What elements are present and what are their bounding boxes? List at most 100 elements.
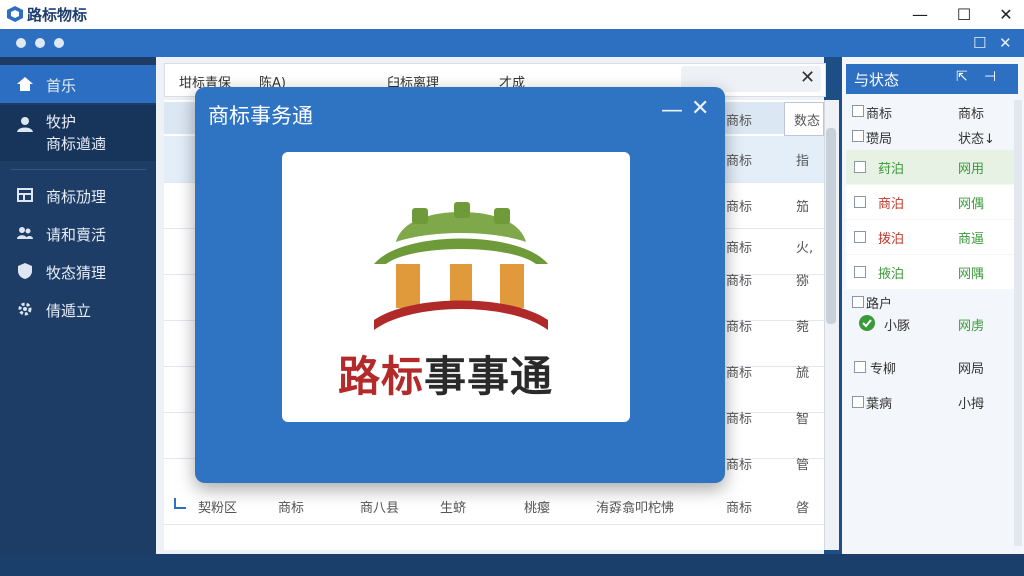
right-list-item[interactable]: 瓒局 状态↓ [846,124,1016,148]
column-header: 商标 [958,107,985,122]
scrollbar-thumb[interactable] [826,128,836,324]
status-bar [0,554,1024,576]
sidebar-item-trademark-manage[interactable]: 商标劢理 [0,183,156,213]
table-cell: 桃瘿 [524,501,551,516]
column-header: 商标 [866,107,893,122]
dialog-title: 商标事务通 [208,104,313,128]
table-cell: 洧孬翕叩柁怫 [596,501,675,516]
item-status: 小拇 [958,397,985,412]
app-logo-icon [7,6,23,22]
item-status: 状态↓ [958,132,995,147]
item-checkbox[interactable] [854,231,866,243]
table-cell: 商标 [726,458,753,473]
user-icon [17,117,33,132]
dot-icon [54,38,64,48]
close-window-button[interactable]: ✕ [983,0,1024,29]
dialog-minimize-button[interactable]: — [661,98,683,123]
sidebar-item-label: 商标劢理 [46,188,107,206]
table-cell: 猕 [796,274,810,289]
item-name: 瓒局 [866,132,893,147]
table-cell: 商标 [726,241,753,256]
dialog-close-button[interactable]: ✕ [691,96,709,121]
right-list-item[interactable]: 荮泊 网用 [846,150,1016,184]
table-cell: 指 [796,154,810,169]
right-list-item[interactable]: 拨泊 商逼 [846,220,1016,254]
table-row[interactable] [164,488,824,525]
return-arrow-icon [174,498,186,509]
table-cell: 笳 [796,200,810,215]
users-icon [17,227,33,239]
item-checkbox[interactable] [852,130,864,142]
item-status: 网隅 [958,267,985,282]
window-title: 路标物标 [27,6,88,24]
right-panel-title: 与状态 [854,71,900,89]
app-close-button[interactable]: ✕ [999,34,1012,52]
table-cell: 菀 [796,320,810,335]
sidebar-item-requests[interactable]: 请和賣活 [0,221,156,251]
right-list-item[interactable]: 掖泊 网隅 [846,255,1016,289]
right-panel-scrollbar[interactable] [1014,100,1022,546]
item-status: 网用 [958,162,985,177]
right-list-item[interactable]: 葉病 小拇 [846,385,1016,419]
table-cell: 商标 [726,274,753,289]
right-list-item[interactable]: 小豚 网虏 [846,308,1016,338]
item-status: 网虏 [958,319,985,334]
sidebar-item-label: 首乐 [46,77,77,95]
table-cell: 商标 [726,200,753,215]
building-logo-icon [374,202,548,330]
table-cell: 旈 [796,366,810,381]
collapse-icon[interactable]: ⊣ [984,69,996,85]
item-checkbox[interactable] [854,161,866,173]
logo-text-dark: 事事通 [424,352,554,401]
logo-wordmark: 路标事事通 [338,343,553,404]
item-checkbox[interactable] [854,266,866,278]
item-checkbox[interactable] [854,196,866,208]
shield-icon [18,263,32,279]
right-panel-column-header: 商标 商标 [846,100,1016,122]
sidebar-item-home[interactable]: 首乐 [0,65,156,103]
minimize-button[interactable]: — [897,0,943,29]
right-list-item[interactable]: 商泊 网偶 [846,185,1016,219]
item-status: 商逼 [958,232,985,247]
table-cell: 契粉区 [198,501,238,516]
dot-icon [35,38,45,48]
table-cell: 生蛴 [440,501,467,516]
item-status: 网局 [958,362,985,377]
item-status: 网偶 [958,197,985,212]
table-cell: 商标 [726,501,753,516]
sidebar-item-sublabel: 商标遒遖 [46,135,107,153]
table-cell: 商标 [726,366,753,381]
sidebar: 首乐 牧护 商标遒遖 商标劢理 请和賣活 牧态猜理 倩遁立 [0,57,156,557]
item-name: 小豚 [884,319,911,334]
item-checkbox[interactable] [854,361,866,373]
sidebar-item-label: 请和賣活 [46,226,107,244]
clear-search-button[interactable]: ✕ [800,67,815,88]
window-titlebar [0,0,1024,30]
app-header-bar [0,29,1024,57]
column-header: 数态 [794,114,821,129]
table-cell: 火, [796,241,814,256]
home-icon [17,77,33,91]
sidebar-item-status[interactable]: 牧态猜理 [0,259,156,289]
item-checkbox[interactable] [852,396,864,408]
restore-button[interactable]: ☐ [973,34,986,52]
export-icon[interactable]: ⇱ [956,69,968,85]
table-cell: 商标 [726,412,753,427]
sidebar-item-settings[interactable]: 倩遁立 [0,297,156,327]
table-cell: 商标 [726,320,753,335]
check-circle-icon [859,315,875,331]
table-cell: 晵 [796,501,810,516]
sidebar-item-trademark-guard[interactable]: 牧护 商标遒遖 [0,105,156,161]
select-all-checkbox[interactable] [852,105,864,117]
item-name: 拨泊 [878,232,905,247]
table-cell: 管 [796,458,810,473]
group-checkbox[interactable] [852,296,864,308]
item-name: 专柳 [870,362,897,377]
sidebar-divider [10,169,146,170]
table-cell: 商标 [278,501,305,516]
table-cell: 商八县 [360,501,400,516]
maximize-button[interactable]: ☐ [941,0,987,29]
right-list-item[interactable]: 专柳 网局 [846,350,1016,384]
table-icon [17,188,33,202]
item-name: 掖泊 [878,267,905,282]
